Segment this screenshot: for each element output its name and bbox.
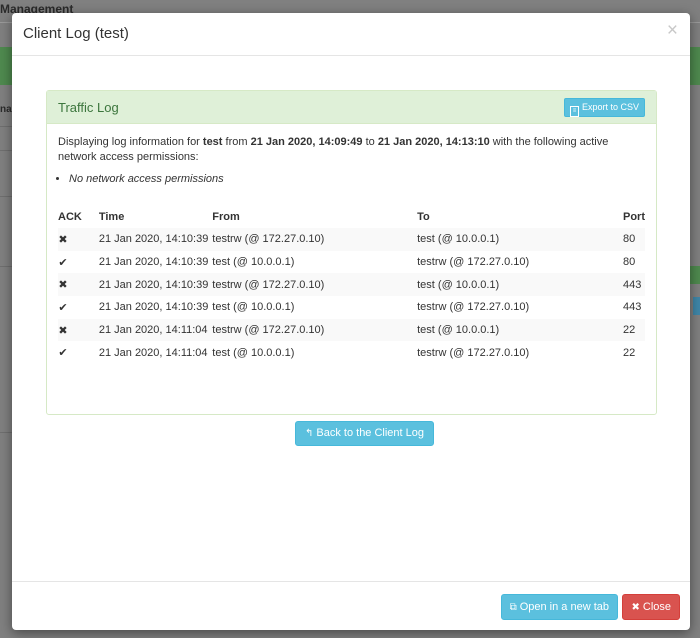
- check-icon: ✔: [58, 301, 68, 314]
- modal-title: Client Log (test): [23, 25, 129, 42]
- from-cell: testrw (@ 172.27.0.10): [212, 278, 325, 291]
- back-arrow-icon: ↰: [305, 428, 314, 439]
- cross-icon: ✖: [58, 233, 68, 246]
- background-row-line: [0, 196, 12, 197]
- to-cell: test (@ 10.0.0.1): [417, 233, 500, 246]
- table-row: ✔ 21 Jan 2020, 14:10:39 test (@ 10.0.0.1) t…: [58, 251, 645, 274]
- to-cell: test (@ 10.0.0.1): [417, 324, 500, 337]
- time-cell: 21 Jan 2020, 14:10:39: [98, 233, 209, 246]
- port-cell: 22: [623, 324, 636, 337]
- column-header-to: To: [417, 211, 430, 223]
- panel-title: Traffic Log: [58, 100, 119, 115]
- to-cell: testrw (@ 172.27.0.10): [417, 256, 530, 269]
- intro-to-word: to: [362, 136, 378, 148]
- table-row: ✖ 21 Jan 2020, 14:10:39 testrw (@ 172.27.0…: [58, 228, 645, 251]
- intro-prefix: Displaying log information for: [58, 136, 203, 148]
- intro-from-word: from: [222, 136, 251, 148]
- column-header-port: Port: [623, 211, 645, 223]
- column-header-from: From: [212, 211, 240, 223]
- port-cell: 22: [623, 346, 636, 359]
- ack-cell: ✖: [58, 228, 99, 251]
- background-row-line: [0, 150, 12, 151]
- cross-icon: ✖: [58, 324, 68, 337]
- close-button[interactable]: ✖ Close: [622, 594, 680, 620]
- background-row-line: [0, 432, 12, 433]
- background-sidebar-label: na: [0, 104, 12, 115]
- back-button-label: Back to the Client Log: [316, 427, 425, 439]
- ack-cell: ✖: [58, 273, 99, 296]
- time-cell: 21 Jan 2020, 14:11:04: [98, 346, 208, 359]
- background-green-bar-right: [690, 47, 700, 85]
- panel-heading: Traffic Log ≡ Export to CSV: [47, 91, 656, 124]
- port-cell: 80: [623, 233, 636, 246]
- table-row: ✖ 21 Jan 2020, 14:11:04 testrw (@ 172.27.0…: [58, 318, 645, 342]
- client-log-modal: Client Log (test) × Traffic Log ≡ Export …: [12, 13, 690, 630]
- from-cell: test (@ 10.0.0.1): [212, 256, 295, 269]
- open-in-new-tab-label: Open in a new tab: [519, 601, 609, 613]
- port-cell: 443: [623, 301, 642, 314]
- modal-body: Traffic Log ≡ Export to CSV Displaying lo…: [12, 56, 690, 580]
- from-cell: test (@ 10.0.0.1): [212, 346, 295, 359]
- table-row: ✔ 21 Jan 2020, 14:10:39 test (@ 10.0.0.1) t…: [58, 296, 645, 319]
- check-icon: ✔: [58, 347, 68, 360]
- back-to-client-log-button[interactable]: ↰ Back to the Client Log: [295, 421, 435, 446]
- close-x-icon: ✖: [631, 602, 640, 613]
- traffic-table: ACK Time From To Port ✖ 21 Jan 2020, 14:1…: [58, 206, 645, 364]
- check-icon: ✔: [58, 256, 68, 269]
- background-green-tag: [690, 266, 700, 284]
- from-cell: test (@ 10.0.0.1): [212, 301, 295, 314]
- panel-body: Displaying log information for test from…: [58, 135, 645, 446]
- background-row-line: [0, 266, 12, 267]
- table-row: ✔ 21 Jan 2020, 14:11:04 test (@ 10.0.0.1) t…: [58, 341, 645, 364]
- column-header-time: Time: [98, 211, 125, 223]
- cross-icon: ✖: [58, 279, 68, 292]
- ack-cell: ✖: [58, 319, 99, 342]
- column-header-ack: ACK: [58, 211, 82, 223]
- background-green-bar-left: [0, 47, 12, 85]
- ack-cell: ✔: [58, 251, 99, 274]
- time-cell: 21 Jan 2020, 14:11:04: [98, 324, 208, 337]
- ack-cell: ✔: [58, 296, 99, 319]
- permission-item: No network access permissions: [69, 173, 645, 185]
- from-cell: testrw (@ 172.27.0.10): [212, 233, 325, 246]
- traffic-rows: ✖ 21 Jan 2020, 14:10:39 testrw (@ 172.27.0…: [58, 228, 645, 364]
- to-cell: test (@ 10.0.0.1): [417, 278, 500, 291]
- traffic-log-panel: Traffic Log ≡ Export to CSV Displaying lo…: [46, 90, 657, 446]
- file-icon: ≡: [569, 106, 579, 117]
- permissions-list: No network access permissions: [58, 173, 645, 185]
- close-button-label: Close: [642, 601, 671, 613]
- external-link-icon: ⧉: [509, 602, 517, 613]
- log-description: Displaying log information for test from…: [58, 135, 645, 165]
- time-cell: 21 Jan 2020, 14:10:39: [98, 301, 209, 314]
- to-cell: testrw (@ 172.27.0.10): [417, 346, 530, 359]
- intro-end-time: 21 Jan 2020, 14:13:10: [377, 136, 490, 148]
- table-header-row: ACK Time From To Port: [58, 206, 645, 228]
- background-row-line: [0, 126, 12, 127]
- to-cell: testrw (@ 172.27.0.10): [417, 301, 530, 314]
- time-cell: 21 Jan 2020, 14:10:39: [98, 278, 209, 291]
- export-csv-button[interactable]: ≡ Export to CSV: [563, 98, 645, 117]
- time-cell: 21 Jan 2020, 14:10:39: [98, 256, 209, 269]
- modal-header: Client Log (test) ×: [12, 13, 690, 56]
- ack-cell: ✔: [58, 341, 99, 364]
- close-icon[interactable]: ×: [667, 21, 678, 40]
- from-cell: testrw (@ 172.27.0.10): [212, 324, 325, 337]
- background-blue-button: [693, 297, 700, 315]
- modal-footer: ⧉ Open in a new tab ✖ Close: [12, 581, 690, 630]
- intro-start-time: 21 Jan 2020, 14:09:49: [250, 136, 363, 148]
- table-row: ✖ 21 Jan 2020, 14:10:39 testrw (@ 172.27.0…: [58, 273, 645, 297]
- intro-user: test: [202, 136, 223, 148]
- open-in-new-tab-button[interactable]: ⧉ Open in a new tab: [500, 594, 618, 620]
- port-cell: 443: [623, 278, 642, 291]
- port-cell: 80: [623, 256, 636, 269]
- export-csv-label: Export to CSV: [581, 102, 639, 112]
